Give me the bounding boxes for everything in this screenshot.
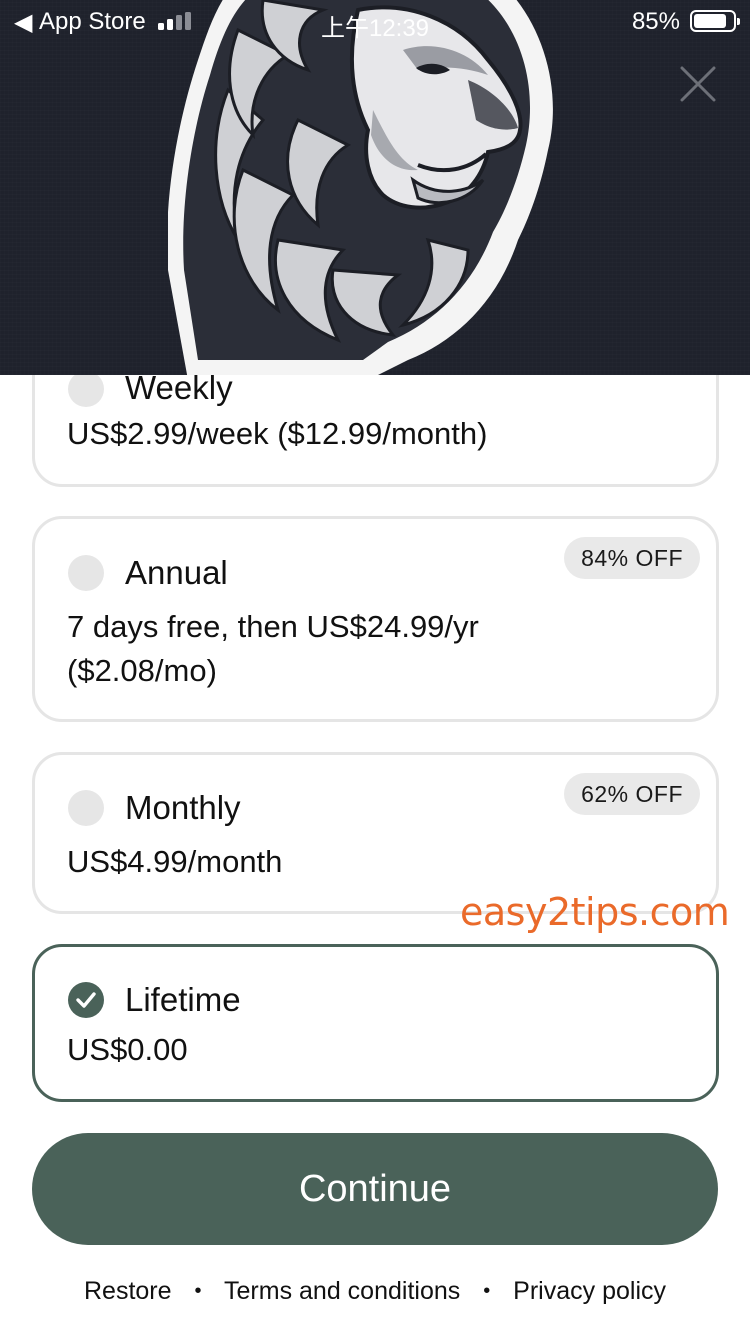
watermark-text: easy2tips.com: [460, 890, 730, 934]
radio-checked-icon[interactable]: [68, 982, 104, 1018]
plan-option-annual[interactable]: Annual 84% OFF 7 days free, then US$24.9…: [32, 516, 719, 722]
checkmark-icon: [76, 992, 96, 1008]
privacy-link[interactable]: Privacy policy: [513, 1277, 666, 1305]
plan-option-lifetime[interactable]: Lifetime US$0.00: [32, 944, 719, 1102]
plan-price: US$0.00: [67, 1032, 188, 1067]
restore-link[interactable]: Restore: [84, 1277, 172, 1305]
battery-level: [694, 14, 726, 28]
battery-nub: [737, 18, 740, 25]
close-icon[interactable]: [680, 66, 716, 102]
plan-price: 7 days free, then US$24.99/yr: [67, 609, 479, 644]
footer-separator: •: [483, 1280, 491, 1302]
plan-price: US$2.99/week ($12.99/month): [67, 416, 488, 451]
radio-unchecked-icon[interactable]: [68, 790, 104, 826]
radio-unchecked-icon[interactable]: [68, 555, 104, 591]
battery-percent: 85%: [631, 8, 680, 35]
radio-unchecked-icon[interactable]: [68, 371, 104, 407]
discount-badge: 84% OFF: [564, 537, 700, 579]
plan-price: US$4.99/month: [67, 844, 283, 879]
plan-name: Lifetime: [125, 981, 241, 1018]
plan-name: Weekly: [125, 369, 233, 406]
plan-name: Monthly: [125, 789, 241, 826]
discount-badge: 62% OFF: [564, 773, 700, 815]
plan-price-per-month: ($2.08/mo): [67, 653, 217, 688]
status-bar: ◀ App Store 上午12:39 85%: [0, 0, 750, 42]
lion-head-illustration: [168, 0, 553, 375]
continue-button[interactable]: Continue: [32, 1133, 718, 1245]
footer-separator: •: [194, 1280, 202, 1302]
plan-name: Annual: [125, 554, 228, 591]
terms-link[interactable]: Terms and conditions: [224, 1277, 460, 1305]
battery-icon: [690, 10, 740, 32]
hero-header: ◀ App Store 上午12:39 85%: [0, 0, 750, 375]
footer-links: Restore • Terms and conditions • Privacy…: [0, 1270, 750, 1312]
